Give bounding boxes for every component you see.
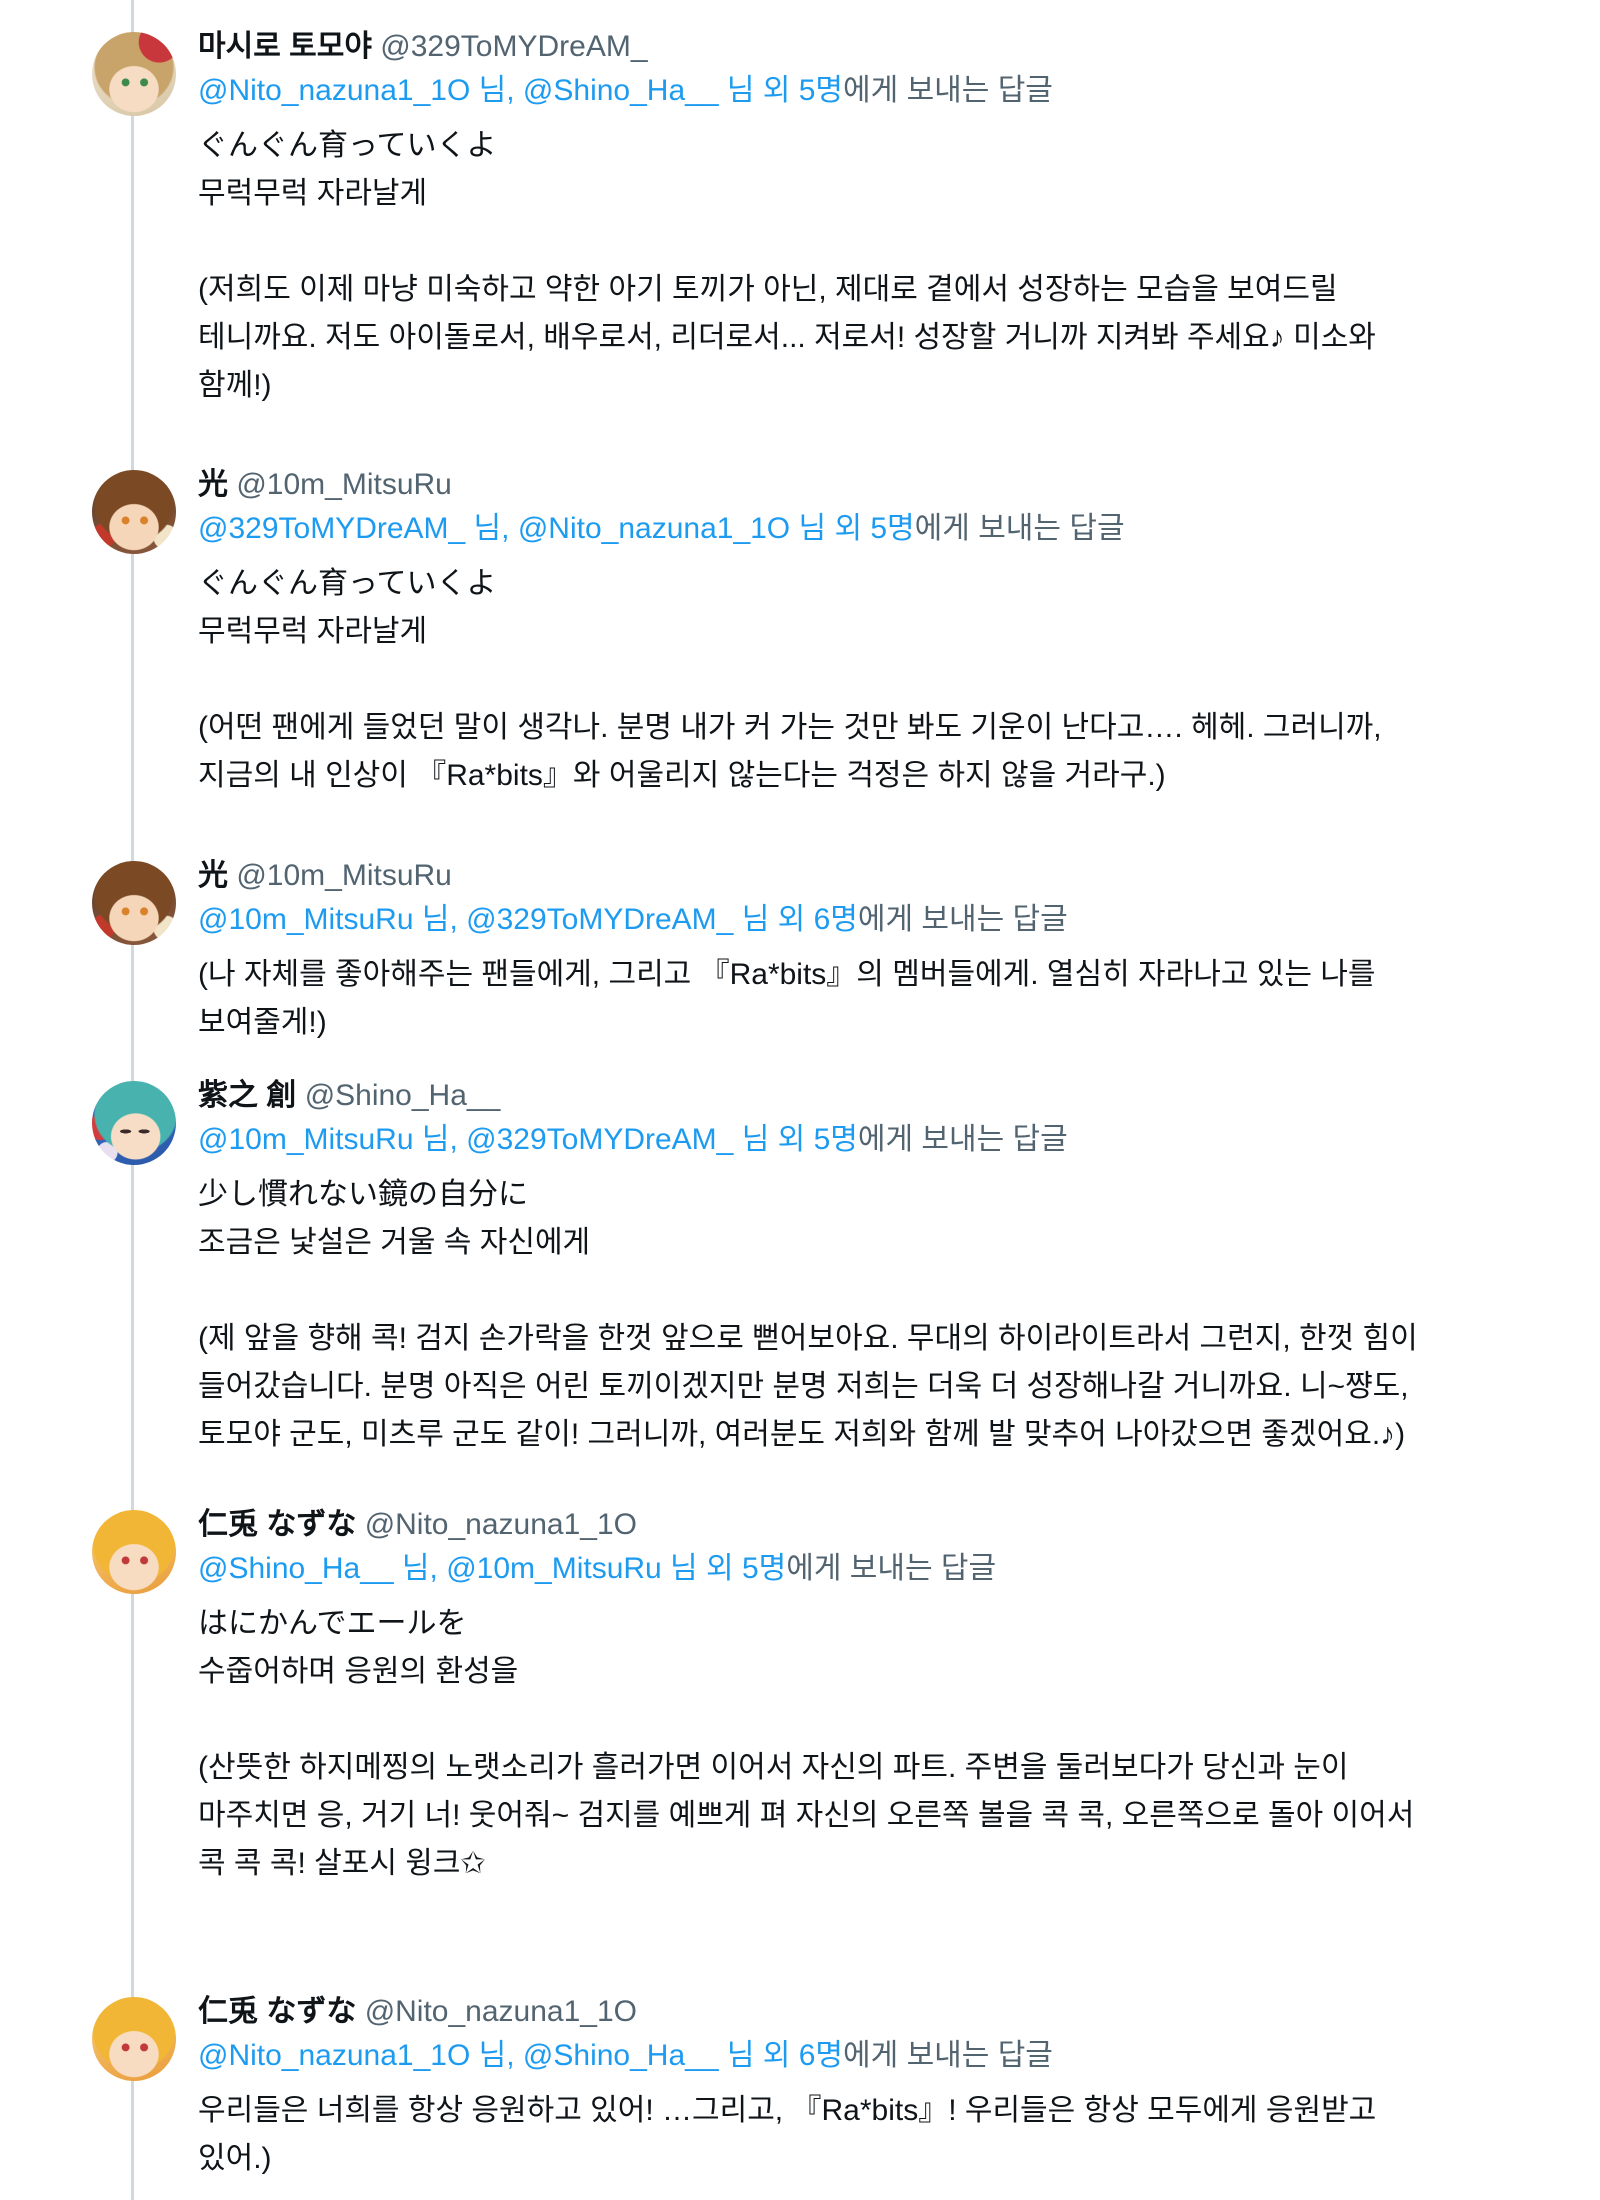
tweet-header: 光 @10m_MitsuRu	[198, 854, 1570, 898]
tweet-content: 光 @10m_MitsuRu @10m_MitsuRu 님, @329ToMYD…	[198, 854, 1570, 1047]
text-paragraph: (산뜻한 하지메찡의 노랫소리가 흘러가면 이어서 자신의 파트. 주변을 둘러…	[198, 1744, 1570, 1888]
reply-mention-link[interactable]: @Shino_Ha__ 님	[523, 74, 755, 107]
username-handle[interactable]: @Shino_Ha__	[305, 1079, 501, 1112]
tweet-text: ぐんぐん育っていくよ 무럭무럭 자라날게 (어떤 팬에게 들었던 말이 생각나.…	[198, 560, 1570, 800]
username-handle[interactable]: @10m_MitsuRu	[236, 468, 452, 501]
tweet-text: 少し慣れない鏡の自分に 조금은 낯설은 거울 속 자신에게 (제 앞을 향해 콕…	[198, 1171, 1570, 1459]
text-line: 우리들은 너희를 항상 응원하고 있어! …그리고, 『Ra*bits』! 우리…	[198, 2094, 1377, 2127]
text-line: (산뜻한 하지메찡의 노랫소리가 흘러가면 이어서 자신의 파트. 주변을 둘러…	[198, 1751, 1349, 1784]
reply-suffix: 에게 보내는 답글	[843, 74, 1053, 107]
replying-to: @Nito_nazuna1_1O 님, @Shino_Ha__ 님 외 6명에게…	[198, 2034, 1570, 2078]
tweet-header: 仁兎 なずな @Nito_nazuna1_1O	[198, 1503, 1570, 1547]
tweet-text: (나 자체를 좋아해주는 팬들에게, 그리고 『Ra*bits』의 멤버들에게.…	[198, 951, 1570, 1047]
reply-suffix: 에게 보내는 답글	[843, 2039, 1053, 2072]
reply-suffix: 에게 보내는 답글	[914, 512, 1125, 545]
text-line: 조금은 낯설은 거울 속 자신에게	[198, 1226, 591, 1259]
reply-others-link[interactable]: 외 6명	[778, 903, 858, 936]
display-name[interactable]: 仁兎 なずな	[198, 1508, 356, 1541]
text-line: (나 자체를 좋아해주는 팬들에게, 그리고 『Ra*bits』의 멤버들에게.…	[198, 958, 1376, 991]
tweet-content: 紫之 創 @Shino_Ha__ @10m_MitsuRu 님, @329ToM…	[198, 1074, 1570, 1459]
reply-mention-link[interactable]: @329ToMYDreAM_ 님,	[198, 512, 510, 545]
display-name[interactable]: 仁兎 なずな	[198, 1995, 356, 2028]
text-paragraph: 少し慣れない鏡の自分に 조금은 낯설은 거울 속 자신에게	[198, 1171, 1570, 1267]
tweet-header: 光 @10m_MitsuRu	[198, 463, 1570, 507]
tweet-text: ぐんぐん育っていくよ 무럭무럭 자라날게 (저희도 이제 마냥 미숙하고 약한 …	[198, 122, 1570, 410]
avatar[interactable]	[92, 470, 176, 554]
replying-to: @Shino_Ha__ 님, @10m_MitsuRu 님 외 5명에게 보내는…	[198, 1547, 1570, 1591]
text-line: 수줍어하며 응원의 환성을	[198, 1655, 519, 1688]
reply-mention-link[interactable]: @329ToMYDreAM_ 님	[466, 1123, 769, 1156]
display-name[interactable]: 紫之 創	[198, 1079, 296, 1112]
tweet-content: 仁兎 なずな @Nito_nazuna1_1O @Nito_nazuna1_1O…	[198, 1990, 1570, 2183]
text-paragraph: (제 앞을 향해 콕! 검지 손가락을 한껏 앞으로 뻗어보아요. 무대의 하이…	[198, 1315, 1570, 1459]
text-paragraph: (저희도 이제 마냥 미숙하고 약한 아기 토끼가 아닌, 제대로 곁에서 성장…	[198, 266, 1570, 410]
text-line: ぐんぐん育っていくよ	[198, 129, 497, 162]
tweet-header: 마시로 토모야 @329ToMYDreAM_	[198, 25, 1570, 69]
avatar[interactable]	[92, 1081, 176, 1165]
text-line: 들어갔습니다. 분명 아직은 어린 토끼이겠지만 분명 저희는 더욱 더 성장해…	[198, 1370, 1409, 1403]
reply-mention-link[interactable]: @Shino_Ha__ 님,	[198, 1552, 438, 1585]
text-line: (저희도 이제 마냥 미숙하고 약한 아기 토끼가 아닌, 제대로 곁에서 성장…	[198, 273, 1338, 306]
text-line: (어떤 팬에게 들었던 말이 생각나. 분명 내가 커 가는 것만 봐도 기운이…	[198, 711, 1382, 744]
username-handle[interactable]: @329ToMYDreAM_	[380, 30, 647, 63]
avatar[interactable]	[92, 1510, 176, 1594]
text-line: 토모야 군도, 미츠루 군도 같이! 그러니까, 여러분도 저희와 함께 발 맞…	[198, 1418, 1406, 1451]
display-name[interactable]: 마시로 토모야	[198, 30, 372, 63]
text-line: 콕 콕 콕! 살포시 윙크✩	[198, 1847, 486, 1880]
reply-mention-link[interactable]: @Nito_nazuna1_1O 님	[518, 512, 826, 545]
text-line: 함께!)	[198, 369, 272, 402]
replying-to: @Nito_nazuna1_1O 님, @Shino_Ha__ 님 외 5명에게…	[198, 69, 1570, 113]
reply-mention-link[interactable]: @Nito_nazuna1_1O 님,	[198, 74, 515, 107]
reply-mention-link[interactable]: @10m_MitsuRu 님,	[198, 903, 458, 936]
reply-suffix: 에게 보내는 답글	[857, 903, 1068, 936]
reply-mention-link[interactable]: @Shino_Ha__ 님	[523, 2039, 755, 2072]
display-name[interactable]: 光	[198, 468, 228, 501]
username-handle[interactable]: @Nito_nazuna1_1O	[365, 1508, 637, 1541]
tweet-header: 仁兎 なずな @Nito_nazuna1_1O	[198, 1990, 1570, 2034]
reply-mention-link[interactable]: @Nito_nazuna1_1O 님,	[198, 2039, 515, 2072]
replying-to: @10m_MitsuRu 님, @329ToMYDreAM_ 님 외 6명에게 …	[198, 898, 1570, 942]
username-handle[interactable]: @Nito_nazuna1_1O	[365, 1995, 637, 2028]
reply-others-link[interactable]: 외 5명	[763, 74, 843, 107]
text-line: 무럭무럭 자라날게	[198, 177, 428, 210]
reply-others-link[interactable]: 외 5명	[778, 1123, 858, 1156]
text-line: はにかんでエールを	[198, 1607, 467, 1640]
tweet-text: はにかんでエールを 수줍어하며 응원의 환성을 (산뜻한 하지메찡의 노랫소리가…	[198, 1600, 1570, 1888]
text-paragraph: はにかんでエールを 수줍어하며 응원의 환성을	[198, 1600, 1570, 1696]
text-paragraph: ぐんぐん育っていくよ 무럭무럭 자라날게	[198, 122, 1570, 218]
reply-others-link[interactable]: 외 5명	[834, 512, 914, 545]
tweet-content: 仁兎 なずな @Nito_nazuna1_1O @Shino_Ha__ 님, @…	[198, 1503, 1570, 1888]
text-line: 테니까요. 저도 아이돌로서, 배우로서, 리더로서... 저로서! 성장할 거…	[198, 321, 1376, 354]
reply-mention-link[interactable]: @329ToMYDreAM_ 님	[466, 903, 769, 936]
text-paragraph: (나 자체를 좋아해주는 팬들에게, 그리고 『Ra*bits』의 멤버들에게.…	[198, 951, 1570, 1047]
text-line: (제 앞을 향해 콕! 검지 손가락을 한껏 앞으로 뻗어보아요. 무대의 하이…	[198, 1322, 1418, 1355]
text-line: 少し慣れない鏡の自分に	[198, 1178, 528, 1211]
tweet-content: 마시로 토모야 @329ToMYDreAM_ @Nito_nazuna1_1O …	[198, 25, 1570, 410]
reply-others-link[interactable]: 외 6명	[763, 2039, 843, 2072]
reply-suffix: 에게 보내는 답글	[786, 1552, 997, 1585]
text-paragraph: (어떤 팬에게 들었던 말이 생각나. 분명 내가 커 가는 것만 봐도 기운이…	[198, 704, 1570, 800]
text-paragraph: ぐんぐん育っていくよ 무럭무럭 자라날게	[198, 560, 1570, 656]
text-line: 무럭무럭 자라날게	[198, 615, 428, 648]
reply-mention-link[interactable]: @10m_MitsuRu 님	[446, 1552, 697, 1585]
text-line: 있어.)	[198, 2142, 272, 2175]
reply-others-link[interactable]: 외 5명	[706, 1552, 786, 1585]
text-paragraph: 우리들은 너희를 항상 응원하고 있어! …그리고, 『Ra*bits』! 우리…	[198, 2087, 1570, 2183]
replying-to: @329ToMYDreAM_ 님, @Nito_nazuna1_1O 님 외 5…	[198, 507, 1570, 551]
replying-to: @10m_MitsuRu 님, @329ToMYDreAM_ 님 외 5명에게 …	[198, 1118, 1570, 1162]
text-line: 지금의 내 인상이 『Ra*bits』와 어울리지 않는다는 걱정은 하지 않을…	[198, 759, 1166, 792]
tweet-text: 우리들은 너희를 항상 응원하고 있어! …그리고, 『Ra*bits』! 우리…	[198, 2087, 1570, 2183]
avatar[interactable]	[92, 32, 176, 116]
display-name[interactable]: 光	[198, 859, 228, 892]
reply-suffix: 에게 보내는 답글	[857, 1123, 1068, 1156]
text-line: 보여줄게!)	[198, 1006, 327, 1039]
tweet-content: 光 @10m_MitsuRu @329ToMYDreAM_ 님, @Nito_n…	[198, 463, 1570, 800]
avatar[interactable]	[92, 861, 176, 945]
tweet-header: 紫之 創 @Shino_Ha__	[198, 1074, 1570, 1118]
text-line: 마주치면 응, 거기 너! 웃어줘~ 검지를 예쁘게 펴 자신의 오른쪽 볼을 …	[198, 1799, 1415, 1832]
reply-mention-link[interactable]: @10m_MitsuRu 님,	[198, 1123, 458, 1156]
username-handle[interactable]: @10m_MitsuRu	[236, 859, 452, 892]
avatar[interactable]	[92, 1997, 176, 2081]
text-line: ぐんぐん育っていくよ	[198, 567, 497, 600]
